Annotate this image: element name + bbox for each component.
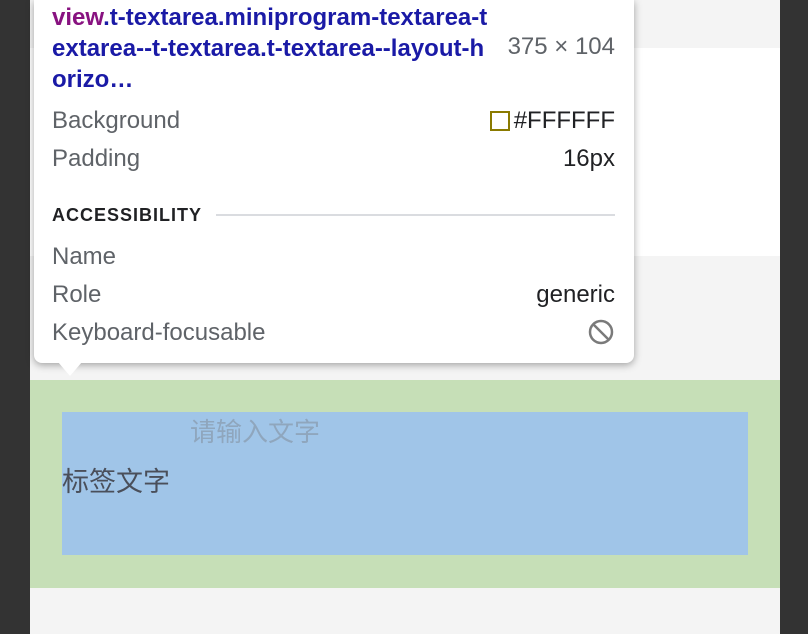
selector-tag: view <box>52 4 104 31</box>
element-selector: view.t-textarea.miniprogram-textarea-tex… <box>52 2 492 95</box>
textarea-placeholder[interactable]: 请输入文字 <box>190 412 320 449</box>
accessibility-title: ACCESSIBILITY <box>52 204 203 225</box>
background-value: #FFFFFF <box>513 107 615 134</box>
role-row: Role generic <box>52 280 615 310</box>
keyboard-focusable-label: Keyboard-focusable <box>52 319 266 346</box>
devtools-tooltip: view.t-textarea.miniprogram-textarea-tex… <box>34 0 634 363</box>
padding-label: Padding <box>52 145 141 172</box>
background-label: Background <box>52 107 181 134</box>
keyboard-focusable-no-icon <box>588 319 614 345</box>
padding-value: 16px <box>562 145 615 172</box>
background-row: Background #FFFFFF <box>52 106 615 136</box>
section-divider <box>216 214 615 216</box>
role-label: Role <box>52 281 102 308</box>
textarea-content-box[interactable]: 标签文字 请输入文字 <box>62 412 748 555</box>
element-dimensions: 375 × 104 <box>507 33 615 60</box>
name-label: Name <box>52 243 117 270</box>
accessibility-section-header: ACCESSIBILITY <box>52 202 615 228</box>
background-swatch-icon <box>489 111 510 131</box>
role-value: generic <box>536 281 615 308</box>
selector-classes: .t-textarea.miniprogram-textarea-textare… <box>52 4 488 93</box>
tooltip-arrow <box>58 362 82 376</box>
keyboard-focusable-row: Keyboard-focusable <box>52 318 615 348</box>
padding-row: Padding 16px <box>52 144 615 174</box>
name-row: Name <box>52 242 615 272</box>
padded-component-area: 标签文字 请输入文字 <box>30 380 780 588</box>
textarea-label: 标签文字 <box>62 467 170 498</box>
